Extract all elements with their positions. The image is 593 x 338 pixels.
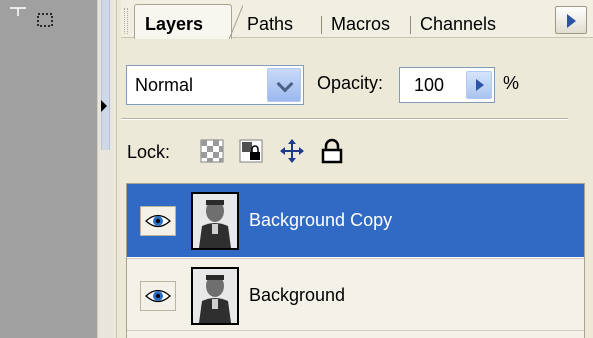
opacity-unit: %	[503, 73, 520, 93]
list-empty-area	[127, 331, 584, 338]
splitter-grip[interactable]	[101, 0, 110, 150]
tab-separator	[410, 16, 411, 34]
lock-position-icon[interactable]	[279, 138, 305, 164]
opacity-value: 100	[414, 75, 445, 95]
palette-menu-arrow-icon[interactable]	[555, 6, 587, 34]
visibility-toggle[interactable]	[140, 281, 176, 311]
layer-row[interactable]: Background Copy	[127, 184, 584, 257]
divider	[121, 118, 568, 120]
blend-mode-value: Normal	[135, 75, 194, 95]
chevron-down-icon[interactable]	[267, 68, 301, 102]
layer-row[interactable]: Background	[127, 258, 584, 331]
lock-transparency-icon[interactable]	[199, 138, 225, 164]
tab-paths[interactable]: Paths	[247, 14, 293, 35]
layer-name: Background Copy	[249, 210, 393, 230]
tab-grip-icon[interactable]	[124, 8, 128, 34]
eye-icon	[145, 214, 171, 228]
tab-layers[interactable]: Layers	[134, 4, 243, 39]
eye-icon	[145, 289, 171, 303]
collapse-arrow-icon[interactable]	[101, 100, 107, 112]
opacity-field[interactable]: 100	[399, 67, 495, 103]
visibility-toggle[interactable]	[140, 206, 176, 236]
blend-mode-select[interactable]: Normal	[126, 65, 304, 105]
tab-macros[interactable]: Macros	[331, 14, 390, 35]
layer-name: Background	[249, 285, 346, 305]
marquee-tool-icon[interactable]	[8, 4, 60, 30]
lock-all-icon[interactable]	[319, 138, 345, 164]
lock-label: Lock:	[127, 142, 171, 162]
tab-separator	[321, 16, 322, 34]
opacity-label: Opacity:	[317, 73, 384, 93]
layer-thumbnail	[191, 267, 239, 325]
lock-image-icon[interactable]	[238, 138, 264, 164]
toolbox-panel	[0, 0, 97, 338]
opacity-slider-arrow-icon[interactable]	[466, 71, 492, 99]
tab-channels[interactable]: Channels	[420, 14, 496, 35]
palette-edge	[116, 0, 117, 338]
layer-thumbnail	[191, 192, 239, 250]
